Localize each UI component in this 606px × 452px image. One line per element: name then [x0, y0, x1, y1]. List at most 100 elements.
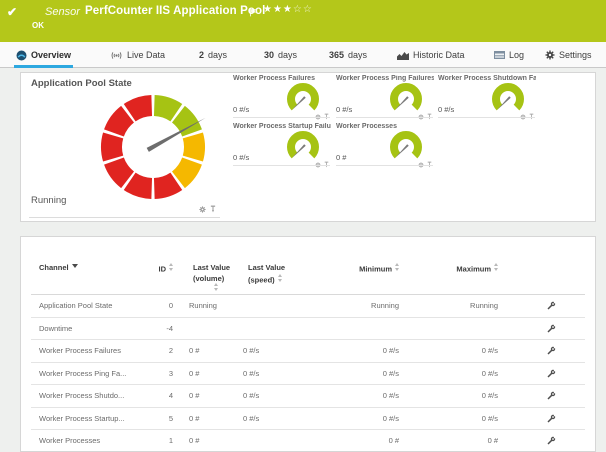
- tab-overview[interactable]: Overview: [16, 42, 71, 68]
- last-value-volume: 0 #: [189, 408, 199, 431]
- channel-settings-wrench-icon[interactable]: [547, 414, 556, 425]
- tab-label: Log: [509, 50, 524, 60]
- gauge-pin-icon[interactable]: [529, 107, 534, 125]
- sort-icon[interactable]: [214, 283, 218, 291]
- tab-log[interactable]: Log: [494, 42, 524, 68]
- table-header-row: Channel ID Last Value(volume) Last Value…: [31, 237, 585, 295]
- table-row: Worker Process Startup... 5 0 # 0 #/s 0 …: [31, 408, 585, 431]
- gauges-panel: Application Pool State Running Worker Pr…: [20, 72, 596, 222]
- tab-2-days[interactable]: 2 days: [199, 42, 227, 68]
- sensor-title: PerfCounter IIS Application Pool: [85, 5, 265, 17]
- maximum-value: Running: [420, 295, 498, 318]
- gauge-pin-icon[interactable]: [427, 155, 432, 173]
- channel-settings-wrench-icon[interactable]: [547, 436, 556, 447]
- divider: [336, 117, 433, 118]
- channel-name[interactable]: Worker Process Ping Fa...: [39, 363, 126, 386]
- gauge-settings-gear-icon[interactable]: [520, 107, 526, 125]
- channel-name[interactable]: Worker Process Failures: [39, 340, 121, 363]
- channel-id: 3: [131, 363, 173, 386]
- minimum-value: 0 #: [321, 430, 399, 452]
- last-value-speed: 0 #/s: [243, 408, 259, 431]
- last-value-speed: 0 #/s: [243, 340, 259, 363]
- last-value-volume: 0 #: [189, 385, 199, 408]
- tab-bar: Overview Live Data 2days 30days 365days …: [0, 42, 606, 68]
- column-header-channel[interactable]: Channel: [39, 263, 78, 272]
- gauge-settings-gear-icon[interactable]: [315, 155, 321, 173]
- channel-settings-wrench-icon[interactable]: [547, 324, 556, 335]
- table-row: Worker Process Shutdo... 4 0 # 0 #/s 0 #…: [31, 385, 585, 408]
- prtg-sensor-page: ✔ Sensor PerfCounter IIS Application Poo…: [0, 0, 606, 452]
- gauge-pin-icon[interactable]: [324, 155, 329, 173]
- log-icon: [494, 51, 505, 59]
- table-row: Worker Processes 1 0 # 0 # 0 #: [31, 430, 585, 452]
- live-data-icon: [110, 51, 123, 60]
- channel-settings-wrench-icon[interactable]: [547, 369, 556, 380]
- sensor-status-banner: ✔ Sensor PerfCounter IIS Application Poo…: [0, 0, 606, 42]
- minimum-value: 0 #/s: [321, 385, 399, 408]
- mini-gauge-worker-process-failures: Worker Process Failures 0 #/s: [233, 73, 331, 121]
- gauge-settings-gear-icon[interactable]: [199, 200, 206, 218]
- divider: [438, 117, 535, 118]
- priority-flag-icon: [250, 4, 256, 22]
- table-row: Downtime -4: [31, 318, 585, 341]
- channel-settings-wrench-icon[interactable]: [547, 391, 556, 402]
- channel-name[interactable]: Worker Processes: [39, 430, 100, 452]
- tab-label: days: [348, 50, 367, 60]
- maximum-value: 0 #/s: [420, 363, 498, 386]
- tab-settings[interactable]: Settings: [545, 42, 592, 68]
- tab-live-data[interactable]: Live Data: [110, 42, 165, 68]
- sort-icon: [395, 263, 399, 271]
- channel-name[interactable]: Application Pool State: [39, 295, 112, 318]
- mini-gauge-value: 0 #: [336, 153, 346, 162]
- priority-stars[interactable]: ★★★☆☆: [263, 4, 313, 15]
- tab-historic-data[interactable]: Historic Data: [397, 42, 465, 68]
- tab-number: 30: [264, 50, 274, 60]
- channel-name[interactable]: Worker Process Startup...: [39, 408, 125, 431]
- mini-gauge-value: 0 #/s: [233, 105, 249, 114]
- maximum-value: 0 #/s: [420, 340, 498, 363]
- maximum-value: 0 #/s: [420, 408, 498, 431]
- status-ok-check-icon: ✔: [7, 5, 17, 19]
- tab-label: Settings: [559, 50, 592, 60]
- stars-empty: ☆☆: [293, 4, 313, 15]
- gauge-pin-icon[interactable]: [210, 200, 216, 218]
- last-value-speed: 0 #/s: [243, 385, 259, 408]
- divider: [29, 217, 220, 218]
- gauge-settings-gear-icon[interactable]: [418, 155, 424, 173]
- channel-settings-wrench-icon[interactable]: [547, 301, 556, 312]
- main-gauge-value: Running: [31, 195, 66, 206]
- main-gauge: [93, 87, 213, 207]
- mini-gauge-value: 0 #/s: [438, 105, 454, 114]
- column-header-last-value-speed[interactable]: Last Value(speed): [248, 263, 285, 285]
- mini-gauge-worker-process-ping-failures: Worker Process Ping Failures 0 #/s: [336, 73, 434, 121]
- tab-30-days[interactable]: 30days: [264, 42, 297, 68]
- channel-settings-wrench-icon[interactable]: [547, 346, 556, 357]
- channel-name[interactable]: Worker Process Shutdo...: [39, 385, 124, 408]
- settings-gear-icon: [545, 50, 555, 60]
- overview-icon: [16, 50, 27, 61]
- mini-gauge-worker-processes: Worker Processes 0 #: [336, 121, 434, 169]
- mini-gauge-worker-process-startup-failures: Worker Process Startup Failu... 0 #/s: [233, 121, 331, 169]
- tab-label: Historic Data: [413, 50, 465, 60]
- sort-icon: [169, 263, 173, 271]
- divider: [336, 165, 433, 166]
- tab-number: 2: [199, 50, 204, 60]
- minimum-value: Running: [321, 295, 399, 318]
- mini-gauge-value: 0 #/s: [233, 153, 249, 162]
- column-header-maximum[interactable]: Maximum: [420, 263, 498, 274]
- minimum-value: [321, 318, 399, 341]
- column-header-minimum[interactable]: Minimum: [321, 263, 399, 274]
- tab-365-days[interactable]: 365days: [329, 42, 367, 68]
- tab-label: Overview: [31, 50, 71, 60]
- last-value-volume: Running: [189, 295, 217, 318]
- column-header-last-value-volume[interactable]: Last Value(volume): [193, 263, 230, 283]
- channels-table-panel: Channel ID Last Value(volume) Last Value…: [20, 236, 596, 452]
- channel-name[interactable]: Downtime: [39, 318, 72, 341]
- channel-id: 1: [131, 430, 173, 452]
- sensor-status-text: OK: [32, 21, 44, 30]
- channel-id: 4: [131, 385, 173, 408]
- column-header-id[interactable]: ID: [131, 263, 173, 274]
- sort-icon: [278, 274, 282, 282]
- tab-label: days: [208, 50, 227, 60]
- last-value-volume: 0 #: [189, 363, 199, 386]
